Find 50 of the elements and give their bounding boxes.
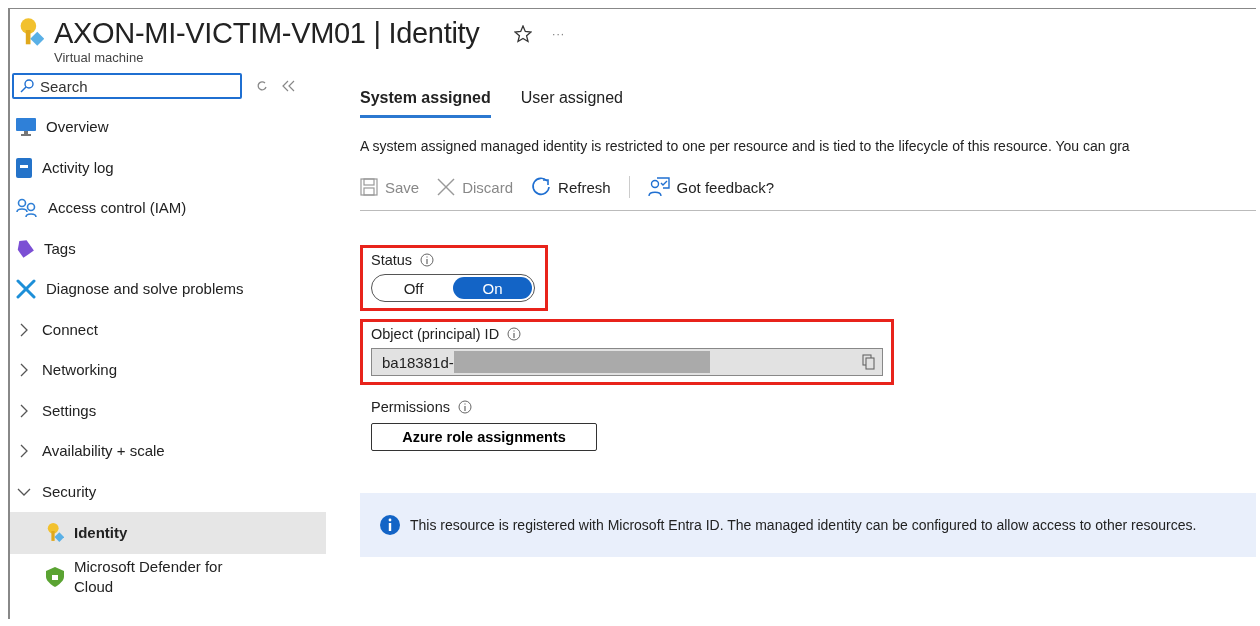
id-value: ba18381d- — [382, 353, 454, 371]
role-assignments-button[interactable]: Azure role assignments — [371, 423, 597, 451]
save-icon — [360, 178, 378, 196]
key-icon — [46, 522, 64, 544]
tag-icon — [16, 239, 34, 258]
page-title: AXON-MI-VICTIM-VM01 | Identity — [54, 17, 480, 50]
tab[interactable]: User assigned — [520, 85, 623, 118]
log-icon — [16, 157, 32, 178]
toggle-option[interactable]: On — [453, 277, 532, 299]
sidebar-group[interactable]: Connect — [10, 309, 326, 350]
sidebar-item[interactable]: Microsoft Defender for Cloud — [10, 554, 326, 600]
sidebar-item[interactable]: Overview — [10, 107, 326, 148]
description-text: A system assigned managed identity is restricted to one per resource and is tied to the lifecycle of this resource. You can gra — [360, 138, 1131, 154]
sidebar-group[interactable]: Availability + scale — [10, 431, 326, 472]
people-icon — [16, 198, 38, 219]
sidebar-item[interactable]: Tags — [10, 228, 326, 269]
field-label: Object (principal) ID — [371, 326, 500, 342]
sidebar-item[interactable]: Diagnose and solve problems — [10, 269, 326, 310]
tools-icon — [16, 279, 36, 300]
info-icon — [380, 515, 400, 535]
page-subtitle: Virtual machine — [54, 50, 145, 65]
shield-icon — [46, 567, 64, 587]
sidebar-item[interactable]: Activity log — [10, 147, 326, 188]
toolbar-button[interactable]: Got feedback? — [647, 177, 775, 197]
key-icon — [18, 17, 44, 47]
sidebar-group[interactable]: Networking — [10, 350, 326, 391]
info-icon — [507, 327, 522, 341]
monitor-icon — [16, 118, 36, 137]
sidebar-item[interactable]: Access control (IAM) — [10, 188, 326, 229]
collapse-icon[interactable] — [282, 80, 296, 92]
sidebar-group[interactable]: Settings — [10, 390, 326, 431]
info-icon — [457, 400, 472, 414]
more-button[interactable]: ··· — [551, 26, 565, 41]
info-text: This resource is registered with Microsoft Entra ID. The managed identity can be configured to allow access to other resources. — [410, 517, 1197, 533]
star-icon[interactable] — [513, 24, 532, 43]
toolbar-button[interactable]: Refresh — [531, 177, 611, 197]
info-icon — [420, 253, 435, 267]
refresh-icon[interactable] — [256, 80, 268, 92]
toggle-option[interactable]: Off — [374, 277, 453, 299]
field-label: Permissions — [371, 399, 450, 415]
copy-icon[interactable] — [862, 354, 876, 370]
sidebar-group[interactable]: Security — [10, 471, 326, 512]
tab[interactable]: System assigned — [360, 85, 491, 118]
refresh-icon — [531, 177, 552, 197]
close-icon — [437, 178, 456, 196]
search-field[interactable]: Search — [12, 73, 242, 99]
feedback-icon — [647, 177, 670, 197]
sidebar-item[interactable]: Identity — [10, 512, 326, 554]
field-label: Status — [371, 252, 413, 268]
id-field[interactable]: ba18381d- — [371, 348, 883, 376]
